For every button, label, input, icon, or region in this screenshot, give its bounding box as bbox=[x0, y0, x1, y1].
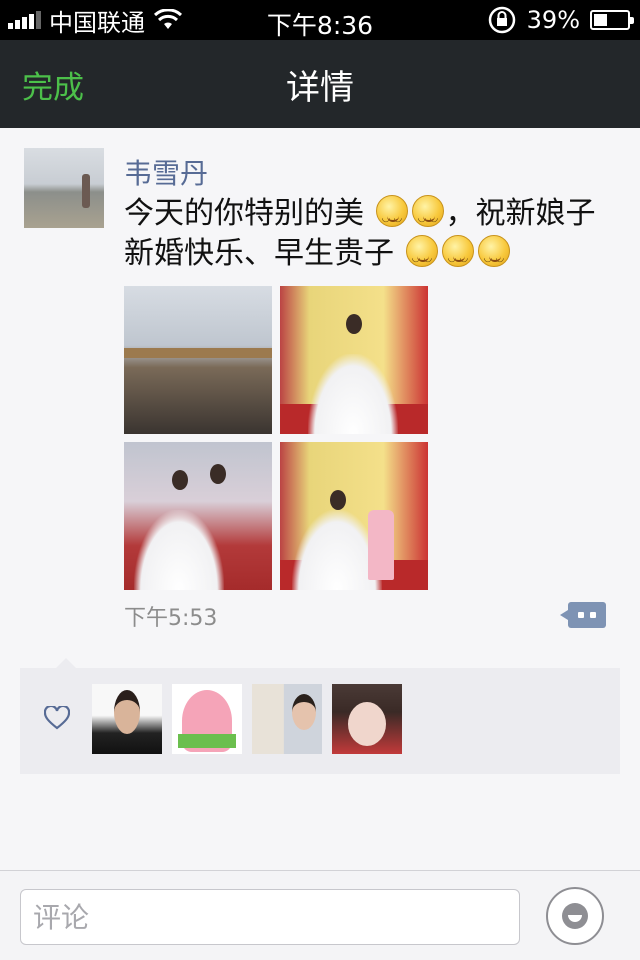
photo-bride-with-friend[interactable] bbox=[124, 442, 272, 590]
post-timestamp: 下午5:53 bbox=[124, 606, 218, 631]
smile-emoji-icon bbox=[441, 235, 474, 279]
liker-avatar[interactable] bbox=[252, 684, 322, 754]
comment-menu-button[interactable] bbox=[560, 602, 606, 628]
smile-emoji-icon bbox=[411, 195, 444, 239]
page-title: 详情 bbox=[286, 68, 354, 108]
comment-bar bbox=[0, 870, 640, 960]
post-text: 今天的你特别的美 ，祝新娘子新婚快乐、早生贵子 bbox=[124, 194, 624, 279]
liker-avatar[interactable] bbox=[332, 684, 402, 754]
smile-emoji-icon bbox=[375, 195, 408, 239]
heart-icon bbox=[44, 706, 70, 730]
likes-panel bbox=[20, 658, 620, 774]
liker-avatar[interactable] bbox=[92, 684, 162, 754]
nav-bar: 完成 详情 bbox=[0, 40, 640, 128]
post-detail: 韦雪丹 今天的你特别的美 ，祝新娘子新婚快乐、早生贵子 下午5:53 bbox=[0, 128, 640, 870]
author-avatar[interactable] bbox=[24, 148, 104, 228]
battery-percent: 39% bbox=[526, 6, 580, 34]
liker-avatar[interactable] bbox=[172, 684, 242, 754]
photo-bride-with-bridesmaid[interactable] bbox=[280, 442, 428, 590]
post-text-part1: 今天的你特别的美 bbox=[124, 196, 364, 231]
smile-emoji-icon bbox=[477, 235, 510, 279]
rotation-lock-icon bbox=[488, 6, 515, 34]
status-right: 39% bbox=[487, 0, 634, 40]
battery-icon bbox=[590, 10, 634, 30]
smile-emoji-icon bbox=[405, 235, 438, 279]
author-name[interactable]: 韦雪丹 bbox=[124, 152, 208, 192]
comment-input[interactable] bbox=[20, 889, 520, 945]
photo-venue-entrance[interactable] bbox=[124, 286, 272, 434]
emoji-button[interactable] bbox=[546, 887, 604, 945]
smiley-icon bbox=[562, 903, 588, 929]
photo-grid bbox=[124, 286, 428, 590]
photo-bride-backdrop[interactable] bbox=[280, 286, 428, 434]
status-bar: 中国联通 下午8:36 39% bbox=[0, 0, 640, 40]
